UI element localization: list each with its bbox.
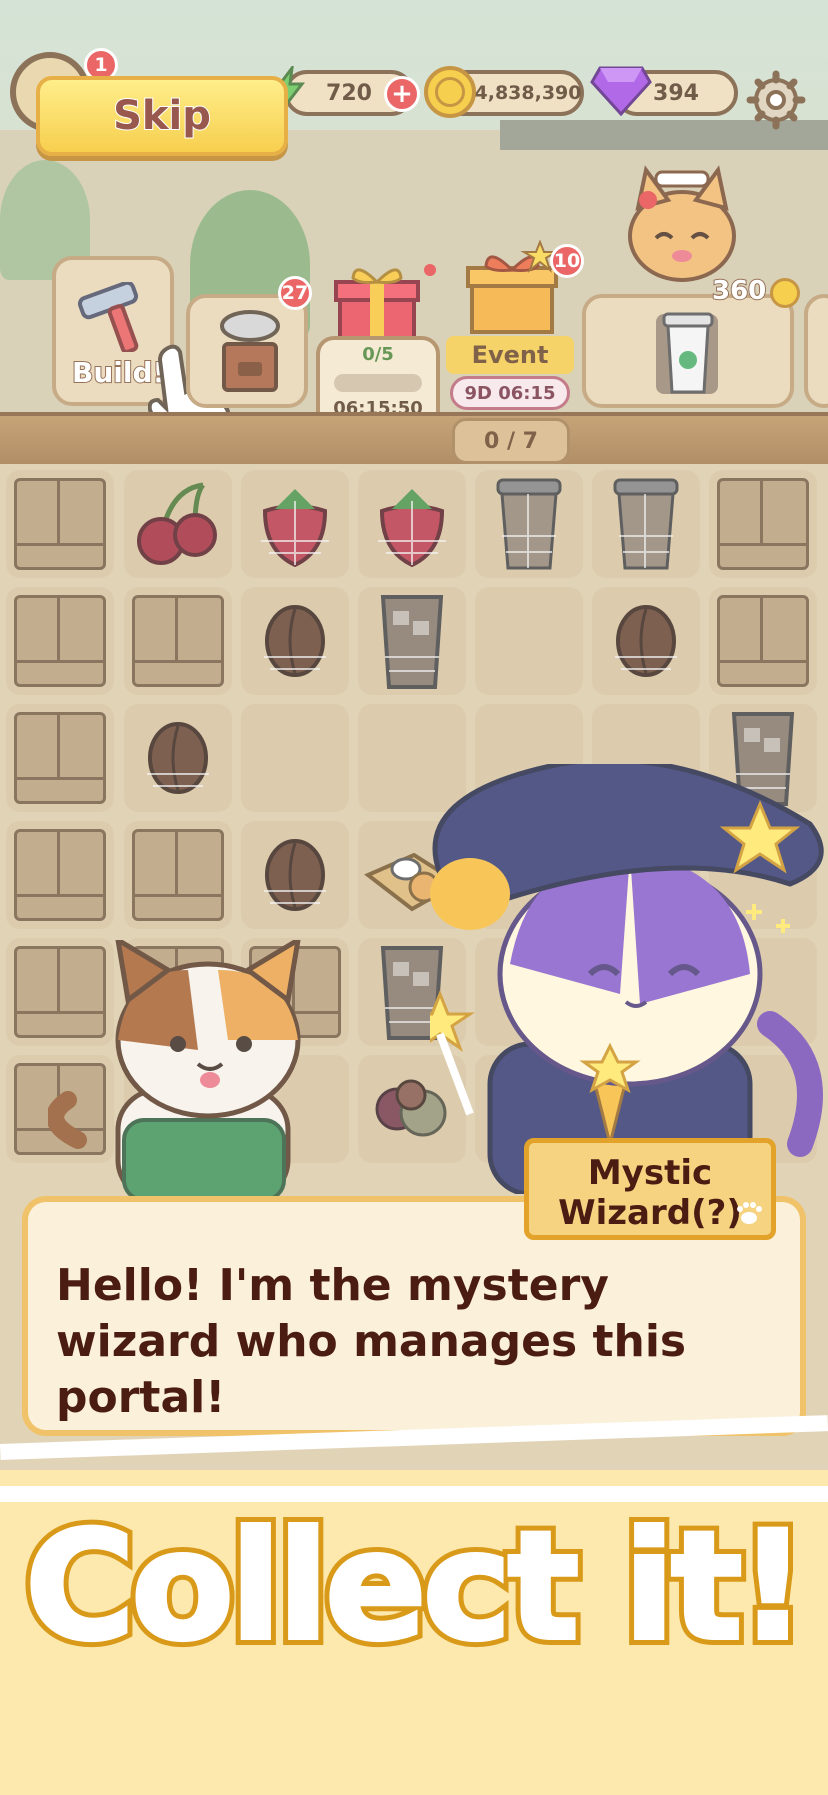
- calico-cat-barista: [46, 935, 338, 1203]
- coin-icon: [424, 66, 476, 118]
- order-card-2[interactable]: [804, 294, 828, 408]
- bean-item-icon[interactable]: [241, 587, 349, 695]
- order-price: 360: [711, 275, 767, 307]
- strawberry-item-icon[interactable]: [241, 470, 349, 578]
- grinder-badge: 27: [278, 276, 312, 310]
- event-label: Event: [446, 336, 574, 374]
- speaker-name: Mystic Wizard(?): [558, 1153, 742, 1233]
- daily-gift-icon[interactable]: [332, 262, 422, 344]
- iced-item-icon[interactable]: [358, 587, 466, 695]
- grid-cell[interactable]: [475, 587, 583, 695]
- bean-item-icon[interactable]: [241, 821, 349, 929]
- strawberry-item-icon[interactable]: [358, 470, 466, 578]
- coin-value: 4,838,390: [474, 82, 582, 104]
- grid-cell[interactable]: [241, 704, 349, 812]
- gem-icon: [590, 62, 652, 118]
- cardboard-box-icon[interactable]: [14, 712, 106, 804]
- cardboard-box-icon[interactable]: [14, 478, 106, 570]
- promo-headline-fill: Collect it!: [23, 1498, 809, 1676]
- skip-button[interactable]: Skip: [36, 76, 288, 156]
- dialog-text: Hello! I'm the mystery wizard who manage…: [56, 1260, 687, 1423]
- game-screen: 1 720 + 4,838,390 394 Skip Build! 27 0/5…: [0, 0, 828, 1795]
- cardboard-box-icon[interactable]: [14, 829, 106, 921]
- settings-gear-icon[interactable]: [746, 70, 806, 130]
- cardboard-box-icon[interactable]: [717, 478, 809, 570]
- paw-icon: [734, 1200, 764, 1226]
- cardboard-box-icon[interactable]: [717, 595, 809, 687]
- chest-progress-bar: [334, 374, 422, 392]
- cherry-item-icon[interactable]: [124, 470, 232, 578]
- barista-cat: [612, 160, 752, 290]
- event-progress-tab: 0 / 7: [452, 418, 570, 464]
- order-coin-icon: [770, 278, 800, 308]
- bean-item-icon[interactable]: [592, 587, 700, 695]
- gem-value: 394: [653, 80, 699, 106]
- chest-progress: 0/5: [362, 344, 394, 365]
- add-energy-button[interactable]: +: [384, 76, 420, 112]
- cup-item-icon[interactable]: [592, 470, 700, 578]
- grinder-card[interactable]: [186, 294, 308, 408]
- energy-value: 720: [326, 80, 372, 106]
- bean-item-icon[interactable]: [124, 704, 232, 812]
- skip-label: Skip: [112, 92, 212, 140]
- cardboard-box-icon[interactable]: [14, 595, 106, 687]
- event-gift-icon[interactable]: [462, 239, 562, 336]
- event-timer: 9D 06:15: [450, 376, 570, 410]
- cardboard-box-icon[interactable]: [132, 829, 224, 921]
- cardboard-box-icon[interactable]: [132, 595, 224, 687]
- cup-item-icon[interactable]: [475, 470, 583, 578]
- event-badge: 10: [550, 244, 584, 278]
- gift-red-dot: [424, 264, 436, 276]
- order-card[interactable]: [582, 294, 794, 408]
- counter-shelf: [0, 412, 828, 468]
- mystic-wizard-cat: [405, 757, 828, 1197]
